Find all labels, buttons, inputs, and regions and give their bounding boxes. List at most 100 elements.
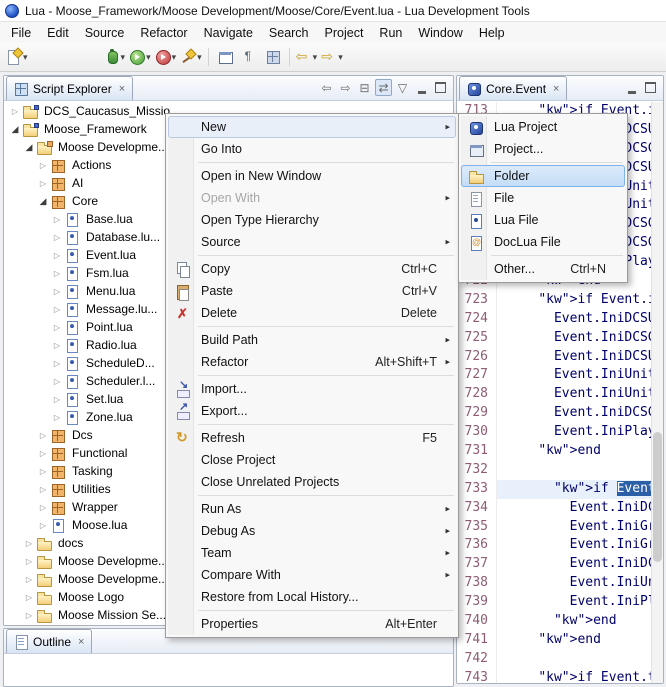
dropdown-caret-icon[interactable]: ▾ bbox=[313, 52, 318, 63]
back-button[interactable]: ▾ bbox=[294, 45, 320, 69]
close-tab-icon[interactable]: × bbox=[119, 83, 125, 95]
code-line-728[interactable]: 728 Event.IniUnit = UNIT:FindByName( Eve… bbox=[457, 385, 651, 404]
minimize-view-icon[interactable] bbox=[413, 79, 430, 96]
code-line-731[interactable]: 731 "kw">end bbox=[457, 442, 651, 461]
new-folder-menu-item[interactable]: Folder bbox=[461, 165, 625, 187]
expand-arrow-icon[interactable]: ▷ bbox=[36, 449, 50, 458]
expand-arrow-icon[interactable]: ▷ bbox=[36, 521, 50, 530]
context-open-type-hierarchy-menu-item[interactable]: Open Type Hierarchy bbox=[168, 209, 456, 231]
expand-arrow-icon[interactable]: ▷ bbox=[50, 287, 64, 296]
tab-outline[interactable]: Outline × bbox=[6, 629, 92, 653]
context-source-menu-item[interactable]: Source▸ bbox=[168, 231, 456, 253]
code-line-725[interactable]: 725 Event.IniDCSGroup = Event.IniDCSUnit… bbox=[457, 329, 651, 348]
context-go-into-menu-item[interactable]: Go Into bbox=[168, 138, 456, 160]
context-team-menu-item[interactable]: Team▸ bbox=[168, 542, 456, 564]
dropdown-caret-icon[interactable]: ▾ bbox=[172, 52, 177, 63]
link-with-editor-icon[interactable]: ⇄ bbox=[375, 79, 392, 96]
dropdown-caret-icon[interactable]: ▾ bbox=[146, 52, 151, 63]
context-debug-as-menu-item[interactable]: Debug As▸ bbox=[168, 520, 456, 542]
dropdown-caret-icon[interactable]: ▾ bbox=[338, 52, 343, 63]
forward-button[interactable]: ▾ bbox=[319, 45, 345, 69]
expand-arrow-icon[interactable]: ▷ bbox=[50, 305, 64, 314]
tab-script-explorer[interactable]: Script Explorer × bbox=[6, 76, 133, 100]
code-line-730[interactable]: 730 Event.IniPlayerName = Event.IniDCSUn… bbox=[457, 423, 651, 442]
expand-arrow-icon[interactable]: ▷ bbox=[50, 395, 64, 404]
expand-arrow-icon[interactable]: ▷ bbox=[50, 413, 64, 422]
minimize-view-icon[interactable] bbox=[623, 79, 640, 96]
close-tab-icon[interactable]: × bbox=[553, 83, 559, 95]
expand-arrow-icon[interactable]: ▷ bbox=[36, 431, 50, 440]
external-tools-button[interactable]: ▾ bbox=[178, 45, 204, 69]
view-menu-icon[interactable]: ▽ bbox=[394, 79, 411, 96]
run-history-button[interactable]: ▾ bbox=[153, 45, 179, 69]
menu-search[interactable]: Search bbox=[261, 24, 317, 42]
dropdown-caret-icon[interactable]: ▾ bbox=[197, 52, 202, 63]
new-file-menu-item[interactable]: File bbox=[461, 187, 625, 209]
expand-arrow-icon[interactable]: ▷ bbox=[50, 323, 64, 332]
context-restore-from-local-history-menu-item[interactable]: Restore from Local History... bbox=[168, 586, 456, 608]
menu-file[interactable]: File bbox=[3, 24, 39, 42]
code-line-738[interactable]: 738 Event.IniUnitName = Event.IniDCSUnit… bbox=[457, 574, 651, 593]
context-paste-menu-item[interactable]: PasteCtrl+V bbox=[168, 280, 456, 302]
context-close-project-menu-item[interactable]: Close Project bbox=[168, 449, 456, 471]
editor-scrollbar[interactable] bbox=[651, 102, 663, 683]
context-refactor-menu-item[interactable]: RefactorAlt+Shift+T▸ bbox=[168, 351, 456, 373]
code-line-739[interactable]: 739 Event.IniPlayerName = Event.IniDCSUn… bbox=[457, 593, 651, 612]
expand-arrow-icon[interactable]: ▷ bbox=[50, 269, 64, 278]
expand-arrow-icon[interactable]: ▷ bbox=[22, 575, 36, 584]
context-compare-with-menu-item[interactable]: Compare With▸ bbox=[168, 564, 456, 586]
expand-arrow-icon[interactable]: ▷ bbox=[22, 557, 36, 566]
context-properties-menu-item[interactable]: PropertiesAlt+Enter bbox=[168, 613, 456, 635]
maximize-view-icon[interactable] bbox=[642, 79, 659, 96]
context-refresh-menu-item[interactable]: RefreshF5 bbox=[168, 427, 456, 449]
expand-arrow-icon[interactable]: ▷ bbox=[36, 467, 50, 476]
context-run-as-menu-item[interactable]: Run As▸ bbox=[168, 498, 456, 520]
collapse-arrow-icon[interactable]: ◢ bbox=[8, 124, 22, 135]
code-line-737[interactable]: 737 Event.IniDCSUnitName = Event.IniDCSU… bbox=[457, 555, 651, 574]
expand-arrow-icon[interactable]: ▷ bbox=[36, 485, 50, 494]
code-line-727[interactable]: 727 Event.IniUnitName = Event.IniDCSUnit… bbox=[457, 366, 651, 385]
menu-source[interactable]: Source bbox=[77, 24, 133, 42]
code-line-733[interactable]: 733 "kw">if Event.IniDCSGroup "kw">then bbox=[457, 480, 651, 499]
show-whitespace-button[interactable] bbox=[237, 45, 261, 69]
new-lua-project-menu-item[interactable]: Lua Project bbox=[461, 116, 625, 138]
menu-refactor[interactable]: Refactor bbox=[132, 24, 195, 42]
context-open-in-new-window-menu-item[interactable]: Open in New Window bbox=[168, 165, 456, 187]
expand-arrow-icon[interactable]: ▷ bbox=[36, 161, 50, 170]
code-line-735[interactable]: 735 Event.IniGroupName = Event.IniDCSGro… bbox=[457, 518, 651, 537]
new-wizard-button[interactable]: ▾ bbox=[4, 45, 30, 69]
menu-project[interactable]: Project bbox=[317, 24, 372, 42]
debug-button[interactable]: ▾ bbox=[102, 45, 128, 69]
expand-arrow-icon[interactable]: ▷ bbox=[36, 179, 50, 188]
run-button[interactable]: ▾ bbox=[127, 45, 153, 69]
menu-run[interactable]: Run bbox=[371, 24, 410, 42]
scrollbar-thumb[interactable] bbox=[653, 432, 662, 562]
code-line-732[interactable]: 732 bbox=[457, 461, 651, 480]
context-new-menu-item[interactable]: New▸ bbox=[168, 116, 456, 138]
code-line-734[interactable]: 734 Event.IniDCSGroupName = Event.IniDCS… bbox=[457, 499, 651, 518]
expand-arrow-icon[interactable]: ▷ bbox=[8, 107, 22, 116]
expand-arrow-icon[interactable]: ▷ bbox=[22, 611, 36, 620]
expand-arrow-icon[interactable]: ▷ bbox=[22, 593, 36, 602]
menu-navigate[interactable]: Navigate bbox=[196, 24, 261, 42]
code-line-743[interactable]: 743 "kw">if Event.ta bbox=[457, 669, 651, 683]
menu-edit[interactable]: Edit bbox=[39, 24, 77, 42]
context-copy-menu-item[interactable]: CopyCtrl+C bbox=[168, 258, 456, 280]
show-view-button[interactable] bbox=[261, 45, 285, 69]
new-lua-file-menu-item[interactable]: Lua File bbox=[461, 209, 625, 231]
new-doclua-file-menu-item[interactable]: DocLua File bbox=[461, 231, 625, 253]
context-export-menu-item[interactable]: Export... bbox=[168, 400, 456, 422]
context-build-path-menu-item[interactable]: Build Path▸ bbox=[168, 329, 456, 351]
context-import-menu-item[interactable]: Import... bbox=[168, 378, 456, 400]
dropdown-caret-icon[interactable]: ▾ bbox=[121, 52, 126, 63]
menu-help[interactable]: Help bbox=[471, 24, 513, 42]
code-line-742[interactable]: 742 bbox=[457, 650, 651, 669]
close-tab-icon[interactable]: × bbox=[78, 636, 84, 648]
code-line-740[interactable]: 740 "kw">end bbox=[457, 612, 651, 631]
collapse-arrow-icon[interactable]: ◢ bbox=[36, 196, 50, 207]
new-other-menu-item[interactable]: Other...Ctrl+N bbox=[461, 258, 625, 280]
new-window-button[interactable] bbox=[213, 45, 237, 69]
code-line-741[interactable]: 741 "kw">end bbox=[457, 631, 651, 650]
new-project-menu-item[interactable]: Project... bbox=[461, 138, 625, 160]
expand-arrow-icon[interactable]: ▷ bbox=[50, 359, 64, 368]
